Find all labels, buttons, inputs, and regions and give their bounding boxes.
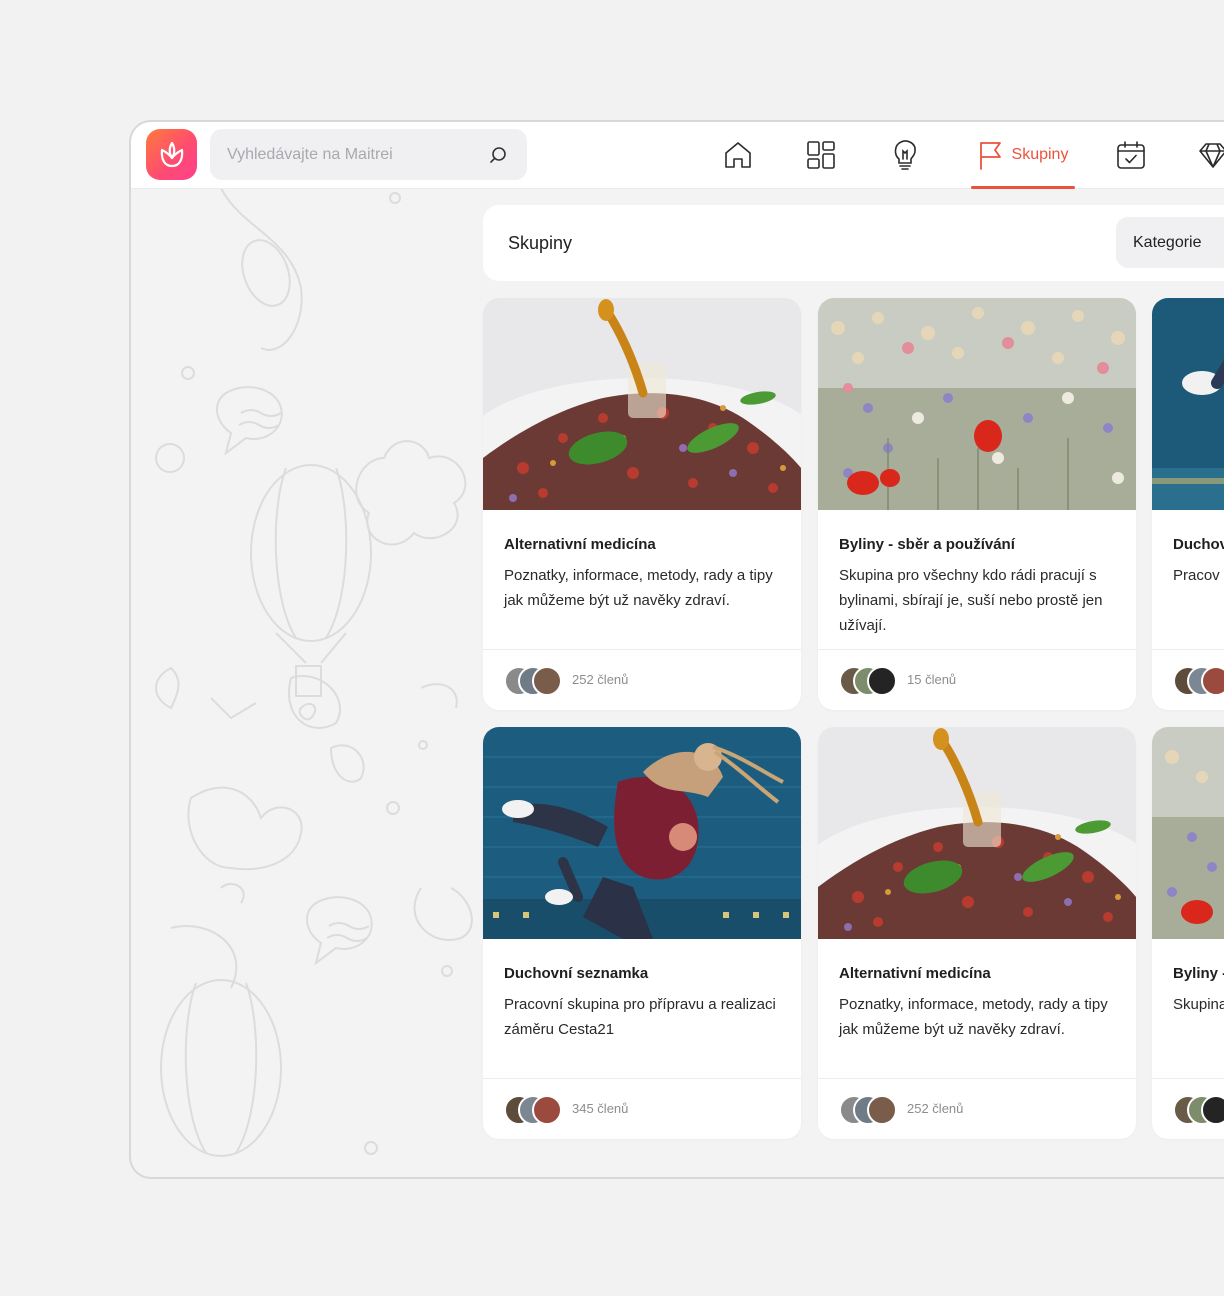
nav-premium[interactable]	[1197, 122, 1224, 188]
group-footer: 345 členů	[483, 1078, 801, 1139]
member-count: 345 členů	[572, 1101, 629, 1116]
top-bar: Skupiny	[131, 122, 1224, 189]
group-description: Poznatky, informace, metody, rady a tipy…	[504, 567, 773, 609]
avatar	[1201, 1095, 1224, 1125]
group-cover-image	[483, 298, 801, 510]
active-tab-indicator	[971, 186, 1075, 189]
category-filter-button[interactable]: Kategorie	[1116, 217, 1224, 268]
group-cover-image	[818, 727, 1136, 939]
nav-events[interactable]	[1115, 122, 1147, 188]
member-avatars	[839, 666, 899, 696]
nav-groups-label: Skupiny	[1011, 146, 1069, 163]
member-count: 15 členů	[907, 672, 957, 687]
group-title: Alternativní medicína	[839, 965, 991, 982]
group-description: Skupina s byline jen užív	[1173, 996, 1224, 1013]
group-card[interactable]: Duchov Pracov realizac	[1152, 298, 1224, 710]
group-title: Alternativní medicína	[504, 536, 656, 553]
avatar	[532, 1095, 562, 1125]
page-title: Skupiny	[508, 233, 573, 253]
search-icon[interactable]	[488, 145, 508, 165]
member-count: 252 členů	[907, 1101, 964, 1116]
group-description: Pracovní skupina pro přípravu a realizac…	[504, 996, 776, 1038]
group-footer: 252 členů	[818, 1078, 1136, 1139]
group-card[interactable]: Byliny - sběr a používání Skupina pro vš…	[818, 298, 1136, 710]
calendar-check-icon	[1117, 141, 1145, 169]
member-avatars	[839, 1095, 899, 1125]
group-title: Duchov	[1173, 536, 1224, 553]
nav-catalog[interactable]	[803, 122, 839, 188]
group-footer: 15 členů	[818, 649, 1136, 710]
group-description: Poznatky, informace, metody, rady a tipy…	[839, 996, 1108, 1038]
group-footer	[1152, 649, 1224, 710]
group-cover-image	[1152, 727, 1224, 939]
group-footer	[1152, 1078, 1224, 1139]
group-cover-image	[1152, 298, 1224, 510]
grid-icon	[807, 141, 835, 169]
group-card[interactable]: Byliny - Skupina s byline jen užív	[1152, 727, 1224, 1139]
home-icon	[725, 142, 751, 168]
search-input[interactable]	[210, 129, 470, 180]
app-window: Skupiny Skupiny Kategorie	[129, 120, 1224, 1179]
group-title: Byliny - sběr a používání	[839, 536, 1015, 553]
group-card[interactable]: Alternativní medicína Poznatky, informac…	[483, 298, 801, 710]
group-title: Byliny -	[1173, 965, 1224, 982]
lotus-logo-icon	[160, 141, 183, 167]
flag-icon	[979, 142, 1001, 170]
nav-home[interactable]	[720, 122, 756, 188]
group-footer: 252 členů	[483, 649, 801, 710]
group-description: Pracov realizac	[1173, 567, 1224, 584]
avatar	[532, 666, 562, 696]
avatar	[867, 666, 897, 696]
diamond-icon	[1199, 143, 1224, 168]
member-avatars	[504, 666, 564, 696]
avatar	[867, 1095, 897, 1125]
lightbulb-icon	[894, 140, 916, 170]
group-cover-image	[483, 727, 801, 939]
group-cover-image	[818, 298, 1136, 510]
nav-ideas[interactable]	[887, 122, 923, 188]
maitrei-logo[interactable]	[146, 129, 197, 180]
group-description: Skupina pro všechny kdo rádi pracují s b…	[839, 567, 1103, 634]
groups-header: Skupiny Kategorie	[483, 205, 1224, 281]
group-card[interactable]: Alternativní medicína Poznatky, informac…	[818, 727, 1136, 1139]
member-avatars	[1173, 1095, 1224, 1125]
group-card[interactable]: Duchovní seznamka Pracovní skupina pro p…	[483, 727, 801, 1139]
search-box	[210, 129, 527, 180]
member-count: 252 členů	[572, 672, 629, 687]
member-avatars	[504, 1095, 564, 1125]
member-avatars	[1173, 666, 1224, 696]
avatar	[1201, 666, 1224, 696]
nav-groups[interactable]: Skupiny	[971, 122, 1075, 189]
group-title: Duchovní seznamka	[504, 965, 649, 982]
